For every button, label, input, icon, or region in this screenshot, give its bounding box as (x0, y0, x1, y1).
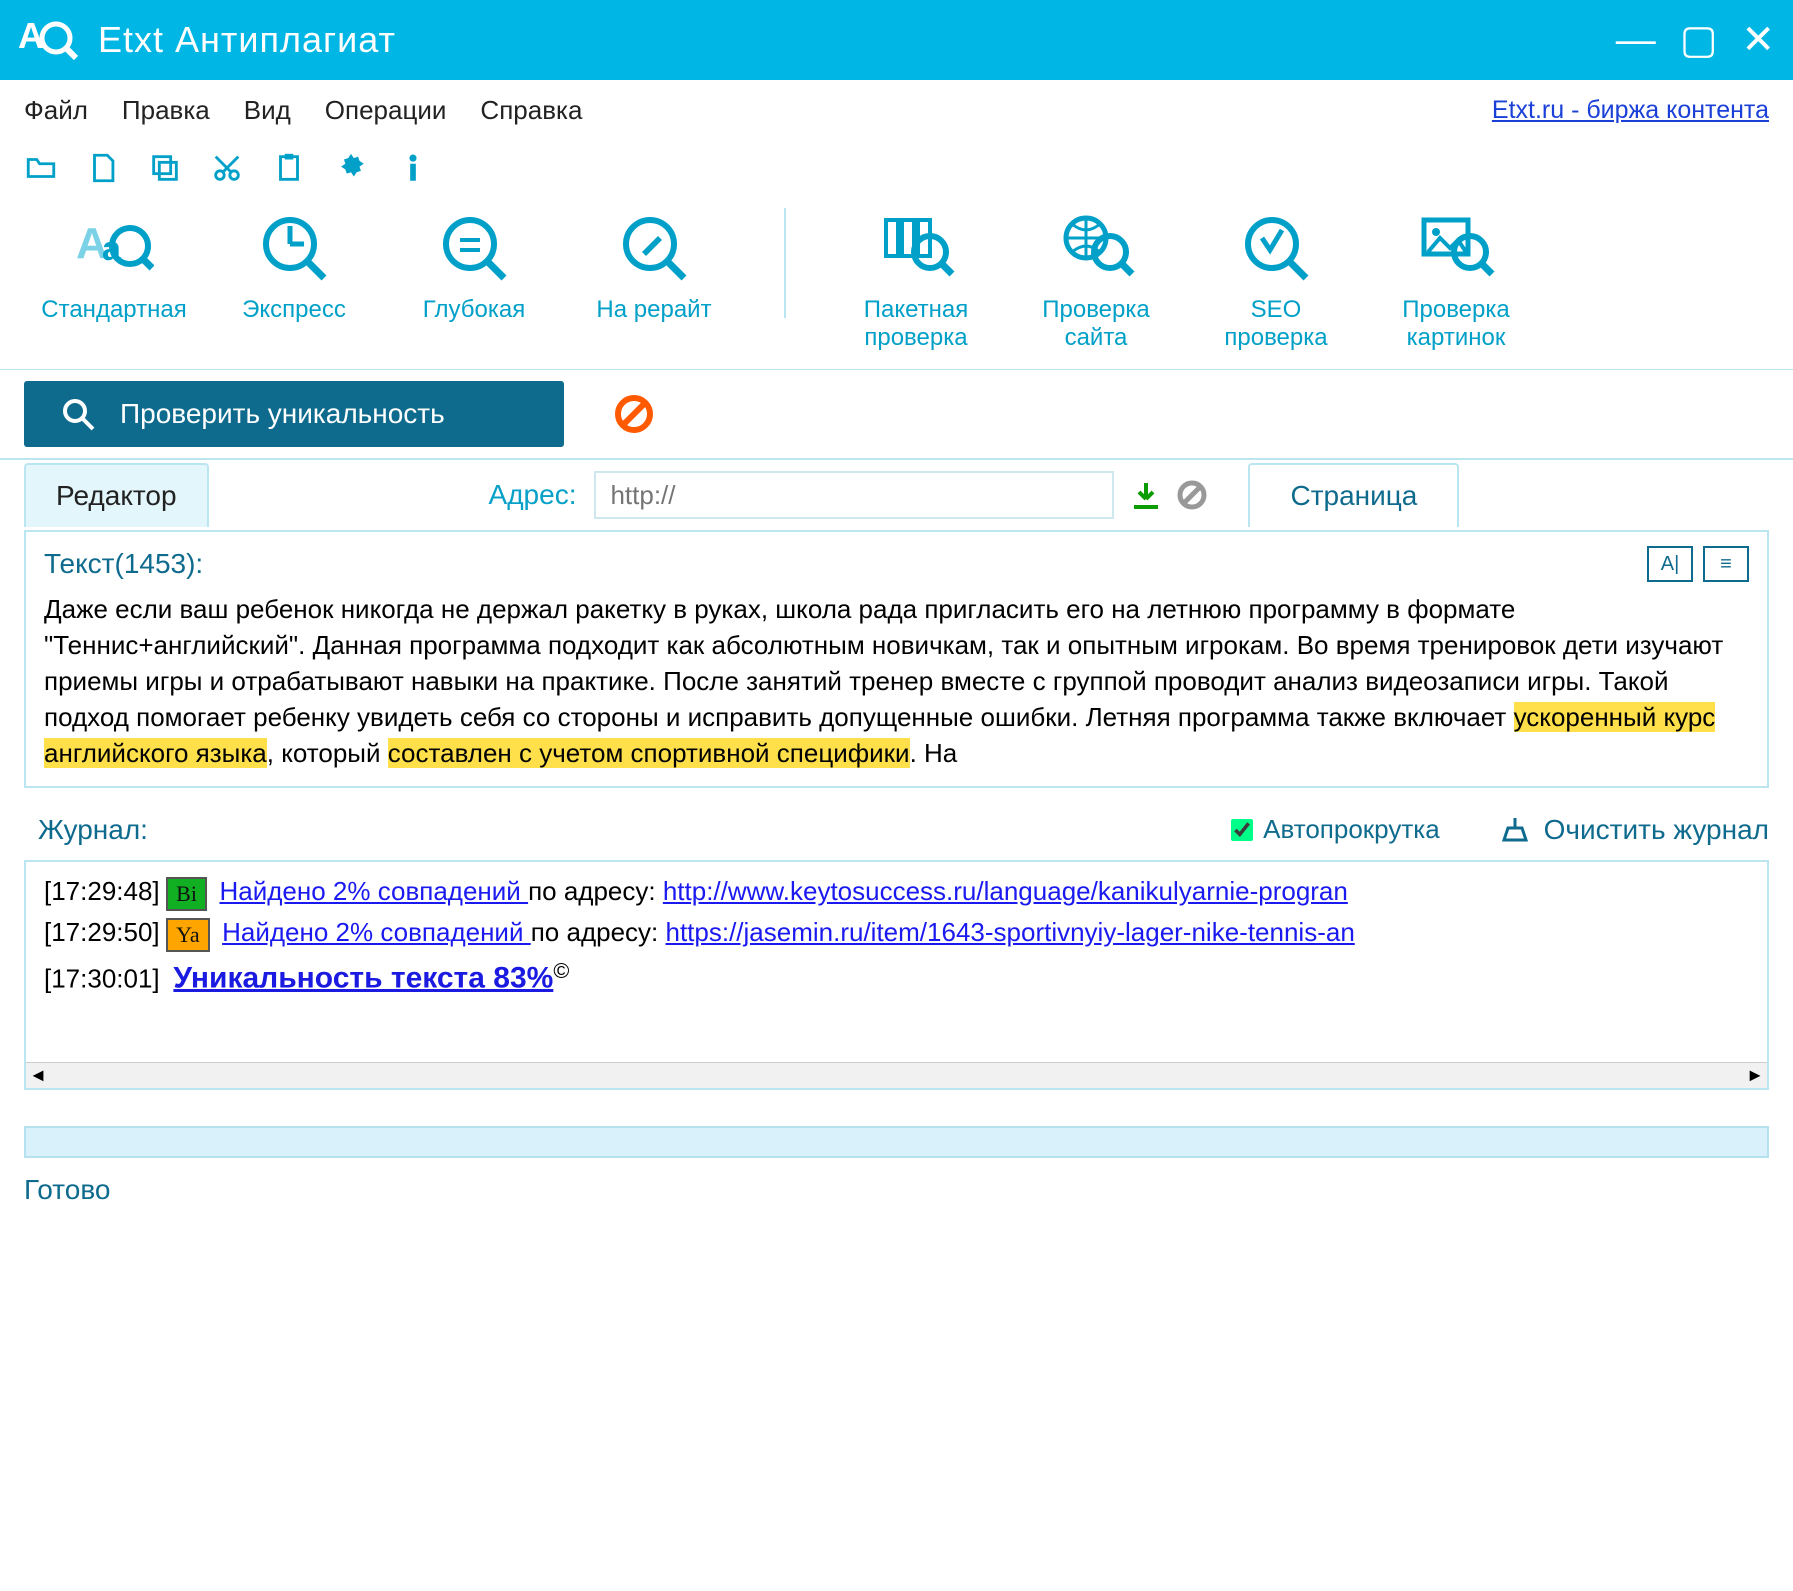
check-button-label: Проверить уникальность (120, 398, 445, 430)
mode-standard-label: Стандартная (41, 296, 186, 324)
log-line: [17:29:48] Bi Найдено 2% совпадений по а… (44, 876, 1749, 911)
menu-ops[interactable]: Операции (325, 95, 447, 126)
log-url[interactable]: https://jasemin.ru/item/1643-sportivnyiy… (665, 917, 1354, 947)
new-file-icon[interactable] (86, 151, 120, 185)
log-time: [17:29:48] (44, 876, 160, 906)
uniqueness-result[interactable]: Уникальность текста 83% (173, 961, 553, 994)
progress-bar (24, 1126, 1769, 1158)
menu-file[interactable]: Файл (24, 95, 88, 126)
maximize-button[interactable]: ▢ (1680, 20, 1718, 60)
log-url[interactable]: http://www.keytosuccess.ru/language/kani… (663, 876, 1348, 906)
menubar: Файл Правка Вид Операции Справка Etxt.ru… (0, 80, 1793, 140)
copy-icon[interactable] (148, 151, 182, 185)
autoscroll-label: Автопрокрутка (1263, 814, 1440, 845)
editor-panel: Текст(1453): A| ≡ Даже если ваш ребенок … (24, 530, 1769, 787)
source-badge-bi: Bi (166, 877, 207, 911)
log-mid: по адресу: (528, 876, 663, 906)
action-seo-label: SEO проверка (1224, 296, 1327, 351)
result-sup: © (553, 958, 569, 983)
action-site-label: Проверка сайта (1042, 296, 1150, 351)
menu-view[interactable]: Вид (244, 95, 291, 126)
highlight-2: составлен с учетом спортивной специфики (388, 738, 910, 768)
mode-rewrite-label: На рерайт (596, 296, 711, 324)
stop-icon[interactable] (614, 394, 654, 434)
cancel-icon[interactable] (1176, 479, 1208, 511)
autoscroll-toggle[interactable]: Автопрокрутка (1231, 814, 1440, 845)
close-button[interactable]: ✕ (1741, 20, 1775, 60)
result-line: [17:30:01] Уникальность текста 83%© (44, 958, 1749, 996)
app-title: Etxt Антиплагиат (98, 19, 396, 61)
log-scrollbar[interactable]: ◄ ► (26, 1062, 1767, 1088)
info-icon[interactable] (396, 151, 430, 185)
log-title: Журнал: (24, 808, 162, 852)
status-text: Готово (0, 1166, 1793, 1226)
mode-deep[interactable]: Глубокая (384, 208, 564, 324)
titlebar: A Etxt Антиплагиат — ▢ ✕ (0, 0, 1793, 80)
actions-divider (784, 208, 786, 318)
tab-page[interactable]: Страница (1248, 463, 1459, 527)
action-images[interactable]: Проверка картинок (1366, 208, 1546, 351)
site-icon (1056, 208, 1136, 288)
minimize-button[interactable]: — (1616, 20, 1656, 60)
log-mid: по адресу: (531, 917, 666, 947)
images-icon (1416, 208, 1496, 288)
view-text-icon[interactable]: A| (1647, 546, 1693, 582)
open-folder-icon[interactable] (24, 151, 58, 185)
paste-icon[interactable] (272, 151, 306, 185)
mode-standard[interactable]: Aa Стандартная (24, 208, 204, 324)
text-part3: . На (910, 738, 958, 768)
clear-log-button[interactable]: Очистить журнал (1500, 814, 1769, 846)
log-time: [17:29:50] (44, 917, 160, 947)
express-icon (254, 208, 334, 288)
log-found-link[interactable]: Найдено 2% совпадений (222, 917, 531, 947)
editor-tabs: Редактор Адрес: Страница (0, 460, 1793, 530)
editor-title: Текст(1453): (44, 548, 203, 580)
editor-text[interactable]: Даже если ваш ребенок никогда не держал … (44, 592, 1749, 771)
log-found-link[interactable]: Найдено 2% совпадений (219, 876, 528, 906)
cut-icon[interactable] (210, 151, 244, 185)
modes-toolbar: Aa Стандартная Экспресс Глубокая На рера… (0, 196, 1793, 370)
mode-express[interactable]: Экспресс (204, 208, 384, 324)
menu-edit[interactable]: Правка (122, 95, 210, 126)
log-panel: [17:29:48] Bi Найдено 2% совпадений по а… (24, 860, 1769, 1090)
broom-icon (1500, 815, 1530, 845)
text-part1: Даже если ваш ребенок никогда не держал … (44, 594, 1723, 732)
check-uniqueness-button[interactable]: Проверить уникальность (24, 381, 564, 447)
action-seo[interactable]: SEO проверка (1186, 208, 1366, 351)
action-batch[interactable]: Пакетная проверка (826, 208, 1006, 351)
mode-deep-label: Глубокая (423, 296, 525, 324)
address-input[interactable] (594, 471, 1114, 519)
search-icon (60, 396, 96, 432)
source-badge-ya: Ya (166, 918, 209, 952)
toolbar (0, 140, 1793, 196)
log-line: [17:29:50] Ya Найдено 2% совпадений по а… (44, 917, 1749, 952)
seo-icon (1236, 208, 1316, 288)
result-time: [17:30:01] (44, 963, 160, 993)
address-label: Адрес: (489, 479, 577, 511)
autoscroll-checkbox[interactable] (1231, 819, 1253, 841)
tab-editor[interactable]: Редактор (24, 463, 209, 527)
log-header: Журнал: Автопрокрутка Очистить журнал (24, 808, 1769, 852)
mode-express-label: Экспресс (242, 296, 346, 324)
check-row: Проверить уникальность (0, 370, 1793, 460)
app-logo-icon: A (18, 10, 78, 70)
scroll-left-icon[interactable]: ◄ (26, 1065, 50, 1086)
scroll-right-icon[interactable]: ► (1743, 1065, 1767, 1086)
app-window: A Etxt Антиплагиат — ▢ ✕ Файл Правка Вид… (0, 0, 1793, 1591)
deep-icon (434, 208, 514, 288)
menu-help[interactable]: Справка (480, 95, 582, 126)
download-icon[interactable] (1130, 479, 1162, 511)
batch-icon (876, 208, 956, 288)
action-batch-label: Пакетная проверка (864, 296, 969, 351)
view-list-icon[interactable]: ≡ (1703, 546, 1749, 582)
mode-rewrite[interactable]: На рерайт (564, 208, 744, 324)
standard-icon: Aa (74, 208, 154, 288)
action-images-label: Проверка картинок (1402, 296, 1510, 351)
rewrite-icon (614, 208, 694, 288)
etxt-link[interactable]: Etxt.ru - биржа контента (1492, 96, 1769, 125)
gear-icon[interactable] (334, 151, 368, 185)
action-site[interactable]: Проверка сайта (1006, 208, 1186, 351)
clear-log-label: Очистить журнал (1544, 814, 1769, 846)
text-part2: , который (267, 738, 388, 768)
